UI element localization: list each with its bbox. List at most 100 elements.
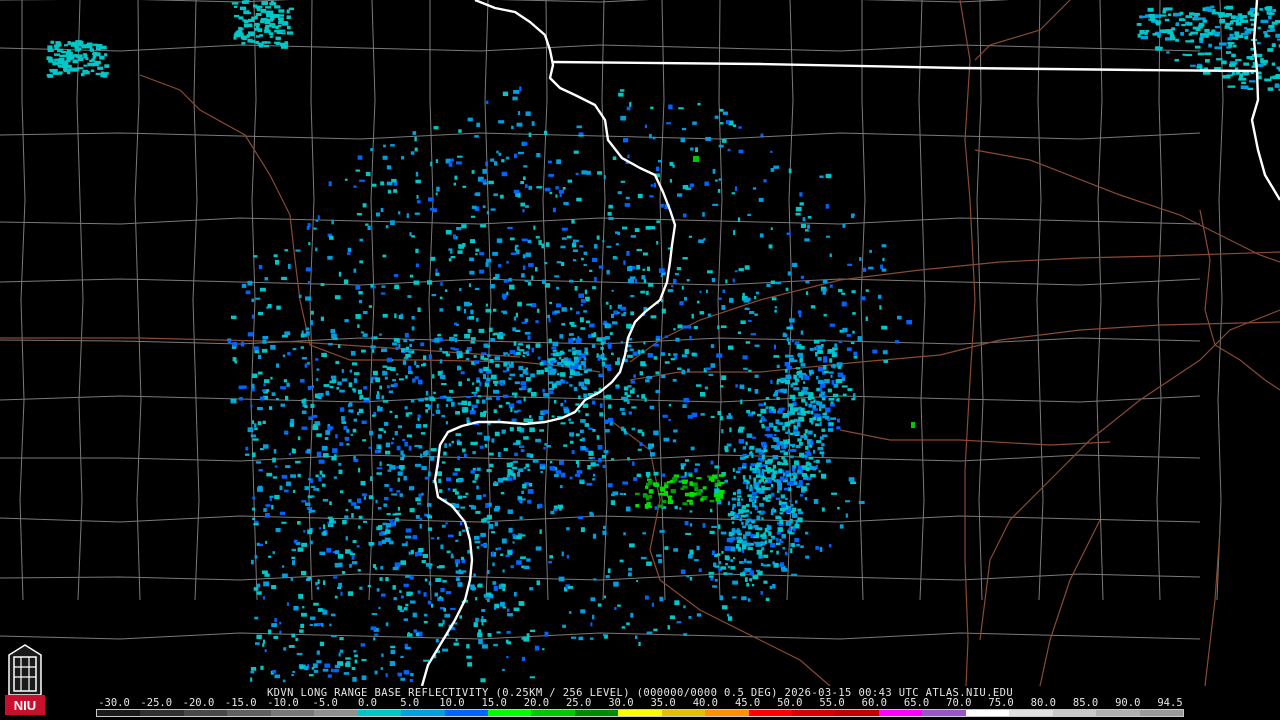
echo-cell (250, 559, 254, 565)
echo-cell (320, 316, 324, 321)
echo-cell (1275, 33, 1280, 38)
echo-cell (624, 392, 628, 396)
echo-cell (815, 423, 820, 427)
echo-cell (532, 459, 539, 463)
echo-cell (781, 504, 786, 508)
color-bar-segment (227, 710, 271, 716)
echo-cell (813, 460, 818, 463)
echo-cell (424, 578, 428, 582)
echo-cell (802, 217, 806, 222)
echo-cell (655, 389, 660, 393)
echo-cell (787, 341, 791, 345)
echo-cell (297, 436, 301, 441)
echo-cell (351, 555, 355, 560)
echo-cell (315, 358, 319, 361)
echo-cell (475, 510, 481, 514)
echo-cell (527, 489, 534, 494)
echo-cell (339, 649, 344, 653)
echo-cell (383, 503, 388, 507)
color-bar-segment (444, 710, 488, 716)
echo-cell (1168, 38, 1175, 41)
echo-cell (668, 353, 671, 356)
echo-cell (603, 595, 606, 599)
echo-cell (797, 438, 802, 442)
echo-cell (812, 404, 817, 409)
echo-cell (552, 352, 559, 357)
echo-cell (250, 434, 256, 438)
echo-cell (529, 587, 534, 591)
echo-cell (747, 387, 751, 392)
echo-cell (478, 629, 482, 634)
echo-cell (609, 332, 613, 336)
echo-cell (353, 185, 357, 188)
echo-cell (783, 390, 787, 394)
echo-cell (641, 275, 646, 280)
echo-cell (772, 464, 777, 469)
echo-cell (553, 399, 557, 404)
echo-cell (485, 161, 488, 167)
echo-cell (672, 476, 678, 482)
echo-cell (590, 637, 594, 640)
echo-cell (791, 573, 798, 576)
echo-cell (518, 499, 522, 503)
county-boundary-line (368, 0, 376, 601)
echo-cell (373, 637, 376, 641)
echo-cell (502, 311, 508, 315)
echo-cell (1240, 85, 1249, 89)
echo-cell (92, 62, 99, 67)
echo-cell (481, 399, 486, 404)
echo-cell (797, 465, 802, 470)
echo-cell (1155, 48, 1163, 51)
echo-cell (1176, 22, 1180, 25)
echo-cell (718, 561, 722, 565)
echo-cell (284, 249, 288, 252)
echo-cell (646, 376, 653, 379)
echo-cell (740, 514, 747, 518)
echo-cell (761, 416, 765, 420)
echo-cell (396, 373, 399, 376)
echo-cell (747, 213, 751, 216)
echo-cell (540, 369, 544, 375)
echo-cell (547, 358, 551, 364)
echo-cell (256, 7, 261, 12)
highway-line (1204, 529, 1221, 686)
echo-cell (585, 413, 589, 417)
echo-cell (250, 667, 257, 671)
echo-cell (368, 542, 375, 546)
echo-cell (592, 533, 597, 539)
echo-cell (583, 366, 586, 370)
echo-cell (430, 161, 433, 167)
echo-cell (494, 431, 500, 437)
echo-cell (608, 204, 613, 209)
echo-cell (1271, 62, 1275, 66)
echo-cell (231, 315, 237, 320)
scale-label: 55.0 (819, 697, 845, 709)
echo-cell (752, 575, 759, 580)
echo-cell (397, 605, 403, 610)
echo-cell (537, 356, 541, 360)
echo-cell (505, 401, 510, 405)
echo-cell (513, 341, 517, 346)
scale-label: -30.0 (98, 697, 130, 709)
echo-cell (803, 381, 806, 384)
echo-cell (597, 445, 603, 450)
echo-cell (738, 426, 745, 430)
echo-cell (526, 558, 531, 562)
echo-cell (272, 457, 276, 463)
echo-cell (480, 355, 484, 360)
echo-cell (621, 313, 626, 317)
echo-cell (727, 501, 730, 506)
echo-cell (374, 670, 378, 675)
echo-cell (710, 344, 715, 348)
echo-cell (738, 439, 745, 444)
echo-cell (244, 19, 249, 24)
echo-cell (509, 427, 514, 432)
echo-cell (422, 452, 426, 456)
echo-cell (442, 351, 448, 354)
echo-cell (689, 183, 695, 187)
echo-cell (628, 567, 632, 571)
echo-cell (514, 591, 517, 597)
echo-cell (380, 292, 386, 295)
echo-cell (793, 374, 798, 380)
echo-cell (845, 513, 848, 518)
